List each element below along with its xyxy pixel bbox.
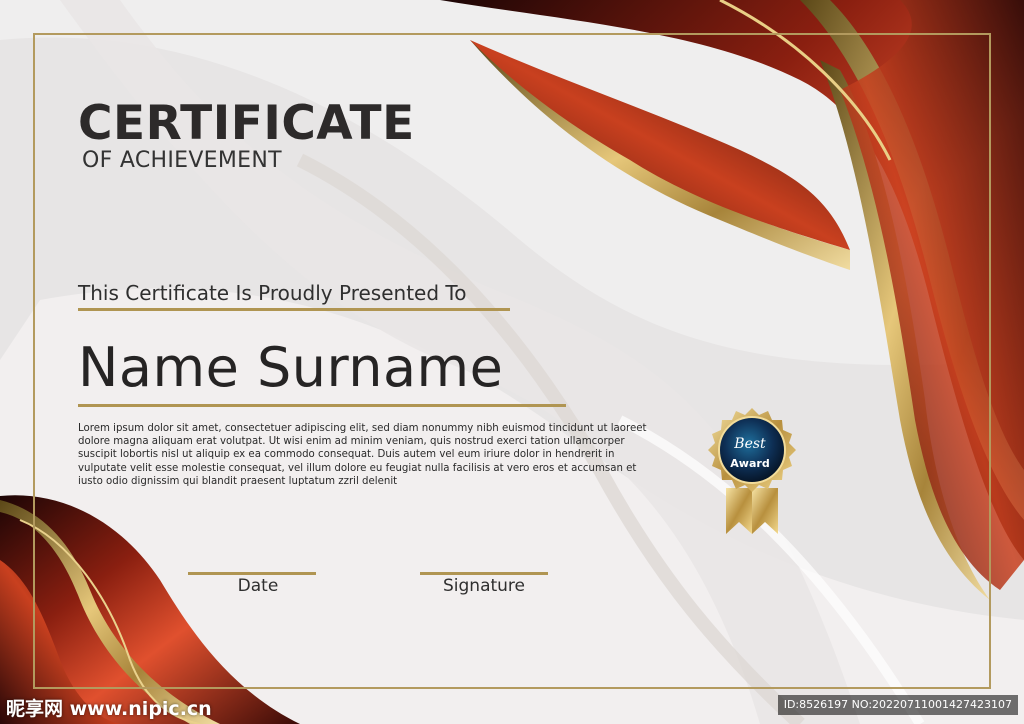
date-label: Date (237, 576, 279, 596)
name-underline (78, 404, 566, 407)
badge-text-award: Award (730, 457, 770, 470)
image-id-watermark: ID:8526197 NO:20220711001427423107 (777, 695, 1018, 715)
site-watermark: 昵享网 www.nipic.cn (6, 698, 212, 720)
presented-underline (78, 308, 510, 311)
certificate-subtitle: OF ACHIEVEMENT (82, 148, 282, 173)
certificate-title: CERTIFICATE (78, 96, 415, 151)
signature-label: Signature (442, 576, 525, 596)
recipient-name: Name Surname (78, 336, 504, 399)
presented-to-text: This Certificate Is Proudly Presented To (78, 281, 467, 305)
certificate-body-text: Lorem ipsum dolor sit amet, consectetuer… (78, 423, 647, 487)
badge-text-best: Best (734, 436, 766, 452)
award-badge-icon (708, 408, 796, 534)
signature-line (420, 572, 548, 575)
date-line (188, 572, 316, 575)
